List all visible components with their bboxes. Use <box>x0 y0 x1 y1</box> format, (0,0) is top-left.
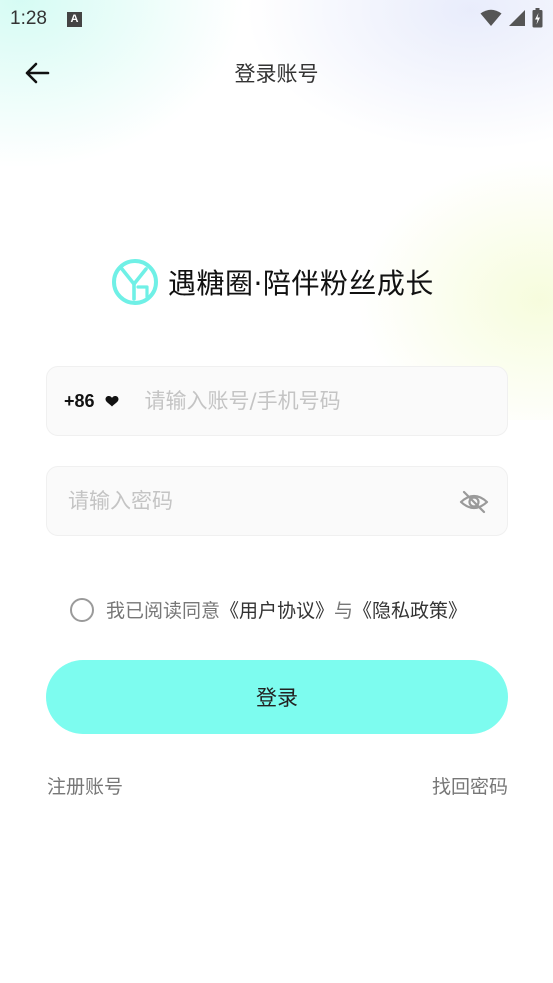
signal-icon <box>509 10 525 26</box>
battery-charging-icon <box>532 8 543 28</box>
agreement-connector: 与 <box>334 600 354 622</box>
brand-slogan: 遇糖圈·陪伴粉丝成长 <box>168 267 434 300</box>
privacy-policy-link[interactable]: 《隐私政策》 <box>353 600 467 622</box>
eye-off-icon <box>459 490 489 514</box>
brand: 遇糖圈·陪伴粉丝成长 <box>110 256 434 308</box>
agreement-row: 我已阅读同意《用户协议》与《隐私政策》 <box>70 596 467 623</box>
password-visibility-toggle[interactable] <box>459 487 489 517</box>
country-code-selector[interactable]: +86 <box>64 391 119 412</box>
forgot-password-link[interactable]: 找回密码 <box>432 772 508 799</box>
login-button[interactable]: 登录 <box>46 660 508 734</box>
page-title: 登录账号 <box>234 62 319 86</box>
status-bar: 1:28 A <box>0 0 553 38</box>
account-input[interactable] <box>142 388 447 414</box>
agreement-prefix: 我已阅读同意 <box>106 600 221 622</box>
register-link[interactable]: 注册账号 <box>47 772 123 799</box>
status-icons <box>480 8 543 28</box>
country-code-label: +86 <box>64 390 95 411</box>
status-time: 1:28 <box>10 8 47 29</box>
caret-down-icon <box>105 395 119 406</box>
wifi-icon <box>480 9 502 26</box>
brand-logo-icon <box>112 259 158 305</box>
password-field <box>46 466 508 536</box>
account-field: +86 <box>46 366 508 436</box>
password-input[interactable] <box>66 488 430 514</box>
top-bar: 登录账号 <box>0 44 553 100</box>
agreement-checkbox[interactable] <box>70 597 94 622</box>
user-agreement-link[interactable]: 《用户协议》 <box>220 600 334 622</box>
notification-badge-icon: A <box>66 11 82 27</box>
agreement-text: 我已阅读同意《用户协议》与《隐私政策》 <box>106 596 467 623</box>
